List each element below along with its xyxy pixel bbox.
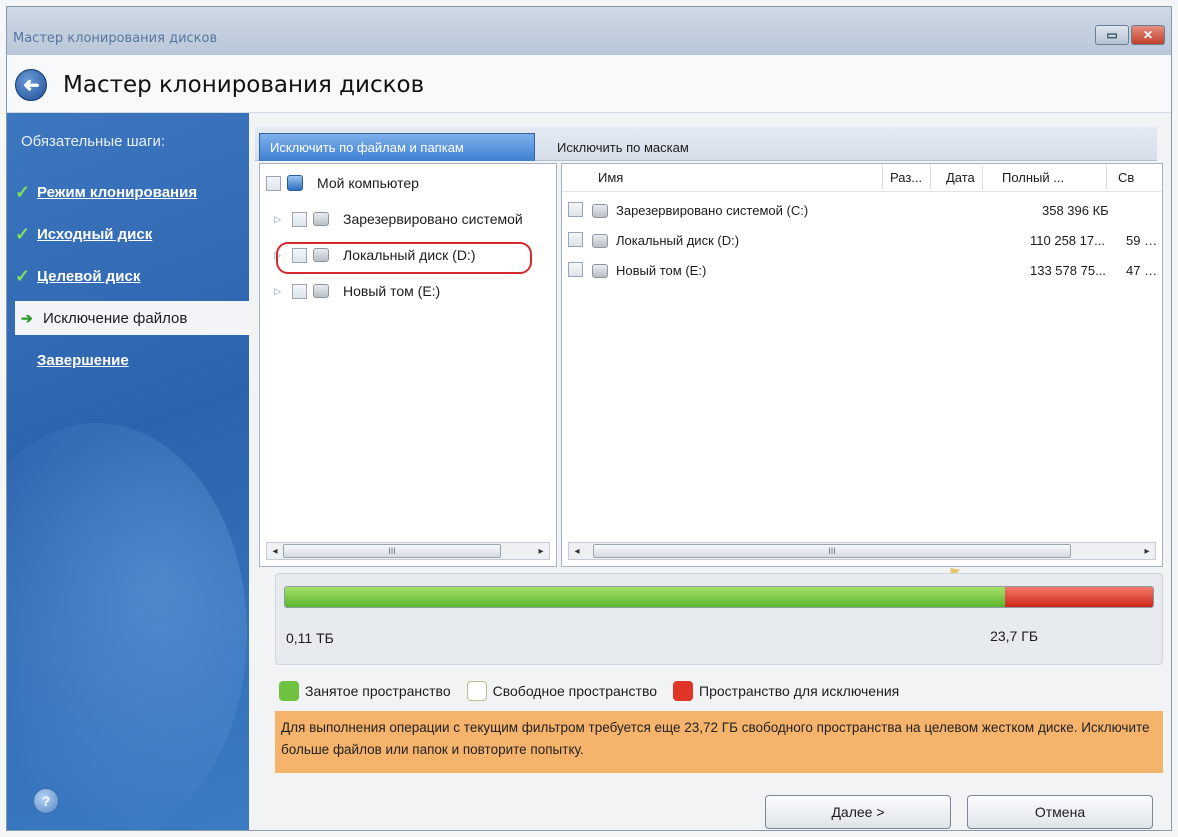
check-icon: ✓ — [15, 223, 31, 244]
checkbox[interactable] — [292, 283, 307, 299]
drive-icon — [592, 234, 608, 248]
expand-arrow-icon[interactable]: ▷ — [274, 214, 286, 225]
step-label[interactable]: Завершение — [37, 352, 129, 369]
scroll-thumb[interactable]: III — [283, 544, 501, 558]
red-highlight-circle — [276, 242, 532, 274]
step-finish[interactable]: Завершение — [15, 345, 249, 375]
row-full-size: 110 258 17... — [1030, 233, 1105, 248]
step-source-disk[interactable]: ✓ Исходный диск — [15, 219, 249, 249]
disk-capacity: 0,11 ТБ 23,7 ГБ — [275, 573, 1163, 665]
tree-item[interactable]: ▷ Зарезервировано системой — [274, 208, 523, 230]
checkbox[interactable] — [266, 175, 281, 191]
file-list: Имя Раз... Дата Полный ... Св Зарезервир… — [561, 163, 1163, 567]
check-icon: ✓ — [15, 181, 31, 202]
column-date[interactable]: Дата — [946, 170, 975, 185]
sidebar-decoration — [7, 423, 247, 830]
list-row[interactable]: Зарезервировано системой (C:) 358 396 КБ — [562, 198, 1162, 224]
page-title: Мастер клонирования дисков — [63, 72, 425, 98]
cancel-button[interactable]: Отмена — [967, 795, 1153, 829]
row-full-size: 133 578 75... — [1030, 263, 1106, 278]
window-caption: Мастер клонирования дисков — [13, 31, 218, 46]
column-size[interactable]: Раз... — [890, 170, 922, 185]
wizard-sidebar: Обязательные шаги: ✓ Режим клонирования … — [7, 113, 249, 830]
close-button[interactable]: ✕ — [1131, 25, 1165, 45]
tree-item-label: Новый том (E:) — [343, 283, 441, 299]
checkbox[interactable] — [292, 211, 307, 227]
exclusion-swatch — [673, 681, 694, 701]
current-step-arrow-icon: ➔ — [21, 309, 33, 326]
legend-item: Пространство для исключения — [673, 681, 899, 701]
list-row[interactable]: Новый том (E:) 133 578 75... 47 … — [562, 258, 1162, 284]
drive-icon — [313, 212, 329, 226]
used-space-fill — [285, 587, 1006, 607]
step-clone-mode[interactable]: ✓ Режим клонирования — [15, 177, 249, 207]
tab-exclude-by-masks[interactable]: Исключить по маскам — [547, 133, 699, 161]
row-name: Зарезервировано системой (C:) — [616, 203, 809, 218]
step-label[interactable]: Исходный диск — [37, 226, 152, 243]
wizard-header: ➜ Мастер клонирования дисков — [7, 55, 1171, 113]
minimize-button[interactable]: ▭ — [1095, 25, 1129, 45]
drive-icon — [592, 264, 608, 278]
computer-icon — [287, 175, 303, 191]
check-icon: ✓ — [15, 265, 31, 286]
clone-wizard-window: Мастер клонирования дисков ▭ ✕ ➜ Мастер … — [6, 6, 1172, 831]
tree-item[interactable]: ▷ Новый том (E:) — [274, 280, 440, 302]
steps-title: Обязательные шаги: — [21, 133, 166, 150]
used-size-label: 0,11 ТБ — [286, 630, 334, 646]
row-free: 59 … — [1126, 233, 1158, 248]
checkbox[interactable] — [568, 232, 583, 247]
window-controls: ▭ ✕ — [1095, 25, 1165, 45]
list-row[interactable]: Локальный диск (D:) 110 258 17... 59 … — [562, 228, 1162, 254]
row-full-size: 358 396 КБ — [1042, 203, 1109, 218]
scroll-left-icon[interactable]: ◂ — [267, 546, 283, 557]
scroll-left-icon[interactable]: ◂ — [569, 546, 585, 557]
legend-label: Занятое пространство — [305, 683, 451, 699]
row-name: Новый том (E:) — [616, 263, 707, 278]
capacity-bar — [284, 586, 1154, 608]
help-icon[interactable]: ? — [33, 788, 59, 814]
legend-label: Свободное пространство — [492, 683, 658, 699]
scroll-right-icon[interactable]: ▸ — [533, 546, 549, 557]
free-swatch — [466, 681, 487, 701]
expand-arrow-icon[interactable]: ▷ — [274, 286, 286, 297]
wizard-content: Исключить по файлам и папкам Исключить п… — [249, 113, 1171, 830]
horizontal-scrollbar[interactable]: ◂ III ▸ — [266, 542, 550, 560]
list-header: Имя Раз... Дата Полный ... Св — [562, 164, 1162, 192]
scroll-right-icon[interactable]: ▸ — [1139, 546, 1155, 557]
legend-item: Свободное пространство — [466, 681, 658, 701]
back-arrow-icon[interactable]: ➜ — [15, 69, 47, 101]
warning-message: Для выполнения операции с текущим фильтр… — [275, 711, 1163, 773]
checkbox[interactable] — [568, 202, 583, 217]
used-swatch — [279, 681, 299, 701]
tab-bar: Исключить по файлам и папкам Исключить п… — [255, 127, 1157, 161]
legend-item: Занятое пространство — [279, 681, 451, 701]
tree-item-label: Зарезервировано системой — [343, 211, 523, 227]
column-full[interactable]: Полный ... — [1002, 170, 1064, 185]
tree-item-label: Мой компьютер — [317, 175, 419, 191]
step-label[interactable]: Целевой диск — [37, 268, 140, 285]
step-label[interactable]: Режим клонирования — [37, 184, 197, 201]
row-free: 47 … — [1126, 263, 1158, 278]
back-arrow-glyph: ➜ — [22, 73, 40, 96]
exclusion-space-fill — [1005, 587, 1153, 607]
tab-exclude-by-files[interactable]: Исключить по файлам и папкам — [259, 133, 535, 161]
column-name[interactable]: Имя — [598, 170, 623, 185]
exclusion-size-label: 23,7 ГБ — [990, 628, 1038, 644]
step-file-exclusion: ➔ Исключение файлов — [15, 301, 249, 335]
tree-item-my-computer[interactable]: Мой компьютер — [266, 172, 419, 194]
title-bar: Мастер клонирования дисков ▭ ✕ — [7, 7, 1171, 55]
horizontal-scrollbar[interactable]: ◂ III ▸ — [568, 542, 1156, 560]
drive-icon — [592, 204, 608, 218]
folder-tree: Мой компьютер ▷ Зарезервировано системой… — [259, 163, 557, 567]
step-target-disk[interactable]: ✓ Целевой диск — [15, 261, 249, 291]
next-button[interactable]: Далее > — [765, 795, 951, 829]
capacity-legend: Занятое пространство Свободное пространс… — [279, 679, 909, 703]
column-free[interactable]: Св — [1118, 170, 1134, 185]
drive-icon — [313, 284, 329, 298]
step-label: Исключение файлов — [43, 309, 188, 327]
scroll-thumb[interactable]: III — [593, 544, 1071, 558]
legend-label: Пространство для исключения — [699, 683, 900, 699]
row-name: Локальный диск (D:) — [616, 233, 740, 248]
checkbox[interactable] — [568, 262, 583, 277]
